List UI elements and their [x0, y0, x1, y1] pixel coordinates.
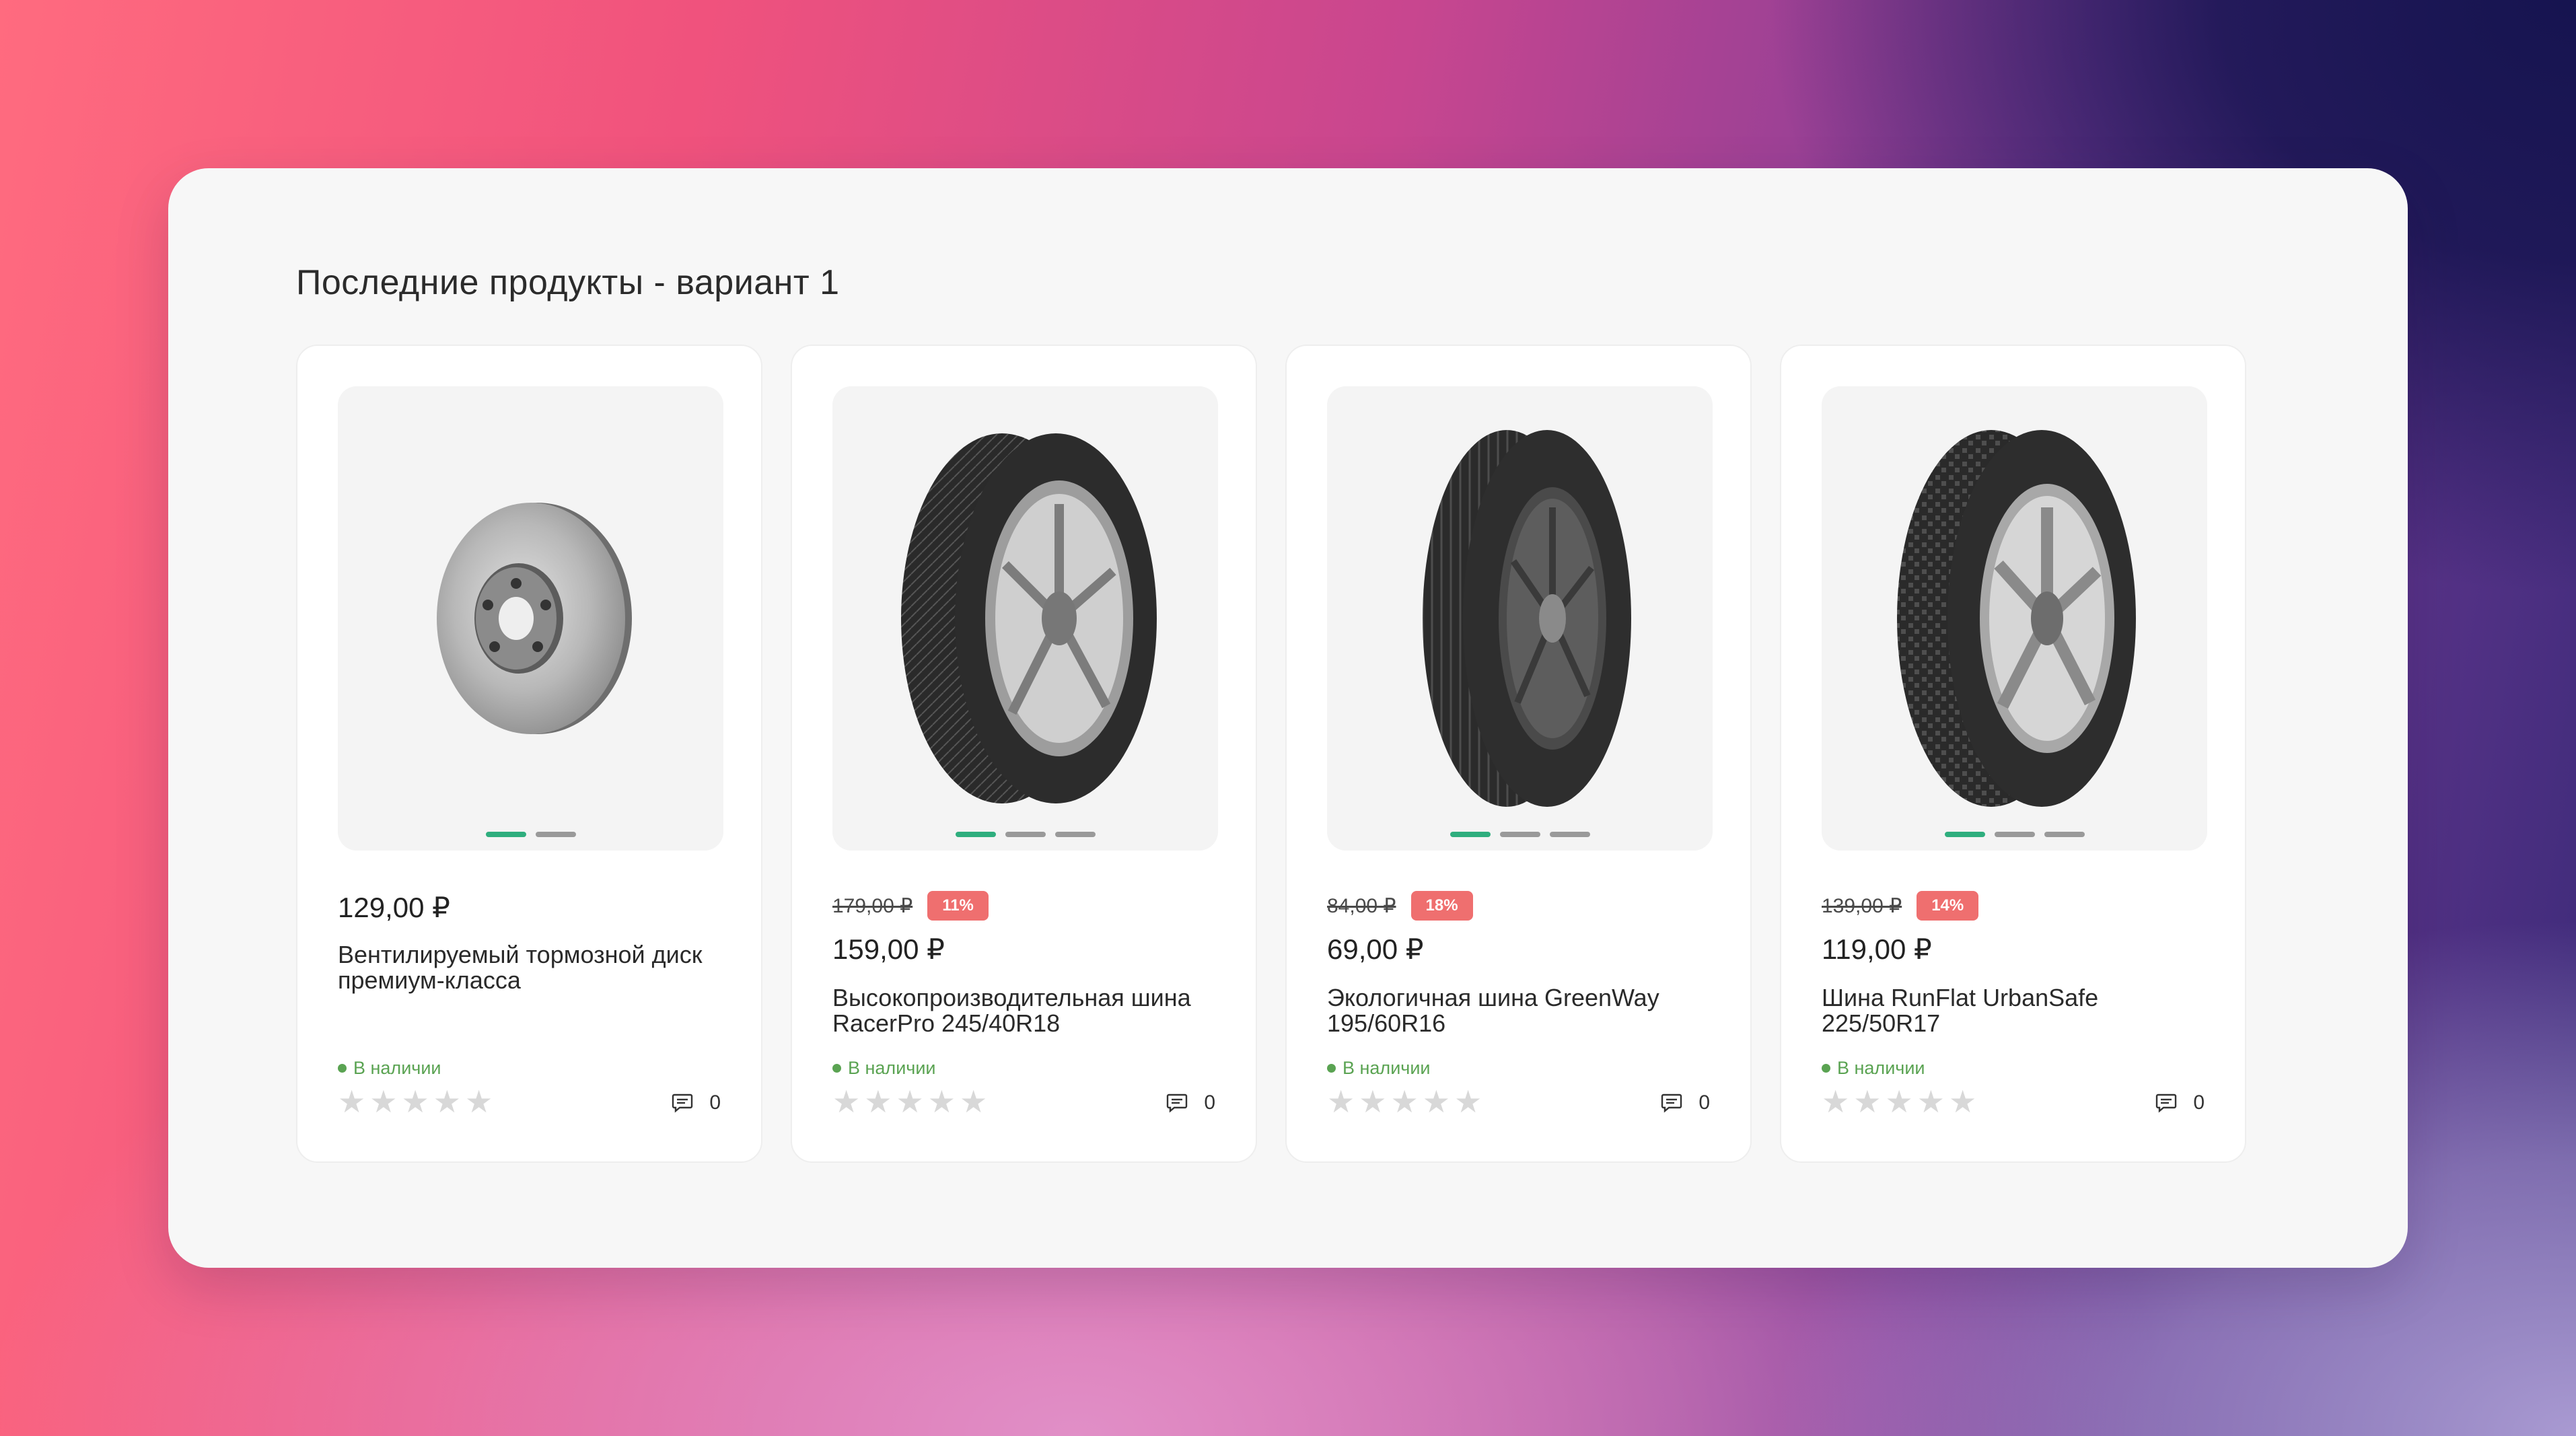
comments-value: 0	[1204, 1091, 1215, 1114]
star-icon[interactable]: ★	[960, 1086, 987, 1117]
tire-image	[900, 433, 1157, 803]
comments-count[interactable]: 0	[2155, 1091, 2205, 1114]
rating-stars[interactable]: ★ ★ ★ ★ ★	[1822, 1086, 1976, 1117]
old-price-row: 139,00 ₽ 14%	[1822, 891, 1979, 921]
rating-stars[interactable]: ★ ★ ★ ★ ★	[832, 1086, 987, 1117]
tire-image	[1422, 430, 1631, 807]
discount-badge: 14%	[1917, 891, 1979, 921]
product-name[interactable]: Высокопроизводительная шина RacerPro 245…	[832, 985, 1229, 1036]
product-list: 129,00 ₽ Вентилируемый тормозной диск пр…	[296, 345, 2246, 1163]
pagination-dot-active[interactable]	[1944, 832, 1985, 837]
stock-dot-icon	[338, 1064, 347, 1073]
comment-icon	[1167, 1093, 1188, 1113]
old-price-row: 84,00 ₽ 18%	[1327, 891, 1473, 921]
stock-label: В наличии	[353, 1058, 441, 1078]
star-icon[interactable]: ★	[433, 1086, 461, 1117]
pagination-dot[interactable]	[1054, 832, 1096, 837]
product-card[interactable]: 179,00 ₽ 11% 159,00 ₽ Высокопроизводител…	[791, 345, 1257, 1163]
product-price: 69,00 ₽	[1327, 933, 1424, 965]
product-card[interactable]: 84,00 ₽ 18% 69,00 ₽ Экологичная шина Gre…	[1285, 345, 1752, 1163]
star-icon[interactable]: ★	[1391, 1086, 1419, 1117]
star-icon[interactable]: ★	[369, 1086, 397, 1117]
star-icon[interactable]: ★	[832, 1086, 860, 1117]
product-image[interactable]	[1327, 386, 1713, 851]
rating-stars[interactable]: ★ ★ ★ ★ ★	[1327, 1086, 1482, 1117]
star-icon[interactable]: ★	[1917, 1086, 1945, 1117]
comment-icon	[2156, 1093, 2177, 1113]
comments-value: 0	[1698, 1091, 1710, 1114]
pagination-dot[interactable]	[1994, 832, 2035, 837]
star-icon[interactable]: ★	[338, 1086, 365, 1117]
products-panel: Последние продукты - вариант 1 129,00 ₽ …	[168, 168, 2408, 1268]
stock-label: В наличии	[848, 1058, 936, 1078]
product-image[interactable]	[1822, 386, 2207, 851]
product-card[interactable]: 139,00 ₽ 14% 119,00 ₽ Шина RunFlat Urban…	[1780, 345, 2246, 1163]
star-icon[interactable]: ★	[1886, 1086, 1913, 1117]
pagination-dot-active[interactable]	[1450, 832, 1491, 837]
pagination-dot[interactable]	[1549, 832, 1590, 837]
comments-value: 0	[2193, 1091, 2205, 1114]
star-icon[interactable]: ★	[1454, 1086, 1482, 1117]
product-name[interactable]: Вентилируемый тормозной диск премиум-кла…	[338, 942, 735, 993]
image-pagination[interactable]	[338, 832, 723, 837]
pagination-dot-active[interactable]	[955, 832, 996, 837]
product-name[interactable]: Экологичная шина GreenWay 195/60R16	[1327, 985, 1724, 1036]
image-pagination[interactable]	[1327, 832, 1713, 837]
product-card[interactable]: 129,00 ₽ Вентилируемый тормозной диск пр…	[296, 345, 762, 1163]
section-title: Последние продукты - вариант 1	[296, 263, 840, 302]
star-icon[interactable]: ★	[1327, 1086, 1355, 1117]
product-image[interactable]	[832, 386, 1218, 851]
stock-dot-icon	[1822, 1064, 1830, 1073]
star-icon[interactable]: ★	[402, 1086, 429, 1117]
comments-count[interactable]: 0	[1166, 1091, 1215, 1114]
star-icon[interactable]: ★	[896, 1086, 924, 1117]
comments-value: 0	[709, 1091, 721, 1114]
stock-status: В наличии	[832, 1058, 936, 1079]
star-icon[interactable]: ★	[1949, 1086, 1976, 1117]
discount-badge: 11%	[927, 891, 989, 921]
product-name[interactable]: Шина RunFlat UrbanSafe 225/50R17	[1822, 985, 2219, 1036]
pagination-dot[interactable]	[535, 832, 576, 837]
comment-icon	[1661, 1093, 1682, 1113]
image-pagination[interactable]	[1822, 832, 2207, 837]
brake-disc-image	[436, 503, 632, 734]
comments-count[interactable]: 0	[1661, 1091, 1710, 1114]
product-price: 159,00 ₽	[832, 933, 945, 965]
pagination-dot[interactable]	[2044, 832, 2085, 837]
star-icon[interactable]: ★	[465, 1086, 493, 1117]
star-icon[interactable]: ★	[1423, 1086, 1450, 1117]
stock-status: В наличии	[1822, 1058, 1925, 1079]
discount-badge: 18%	[1410, 891, 1473, 921]
stock-dot-icon	[1327, 1064, 1336, 1073]
image-pagination[interactable]	[832, 832, 1218, 837]
rating-stars[interactable]: ★ ★ ★ ★ ★	[338, 1086, 493, 1117]
product-price: 119,00 ₽	[1822, 933, 1932, 965]
pagination-dot[interactable]	[1499, 832, 1540, 837]
comments-count[interactable]: 0	[672, 1091, 721, 1114]
old-price: 84,00 ₽	[1327, 894, 1396, 917]
product-price: 129,00 ₽	[338, 892, 450, 923]
old-price: 139,00 ₽	[1822, 894, 1902, 917]
star-icon[interactable]: ★	[1822, 1086, 1849, 1117]
tire-image	[1896, 430, 2136, 807]
stock-label: В наличии	[1837, 1058, 1925, 1078]
star-icon[interactable]: ★	[864, 1086, 892, 1117]
stock-status: В наличии	[338, 1058, 441, 1079]
star-icon[interactable]: ★	[928, 1086, 956, 1117]
star-icon[interactable]: ★	[1853, 1086, 1881, 1117]
comment-icon	[672, 1093, 693, 1113]
stock-dot-icon	[832, 1064, 841, 1073]
star-icon[interactable]: ★	[1359, 1086, 1386, 1117]
product-image[interactable]	[338, 386, 723, 851]
stock-label: В наличии	[1343, 1058, 1431, 1078]
stock-status: В наличии	[1327, 1058, 1431, 1079]
pagination-dot[interactable]	[1005, 832, 1046, 837]
old-price: 179,00 ₽	[832, 894, 913, 917]
old-price-row: 179,00 ₽ 11%	[832, 891, 989, 921]
pagination-dot-active[interactable]	[485, 832, 526, 837]
